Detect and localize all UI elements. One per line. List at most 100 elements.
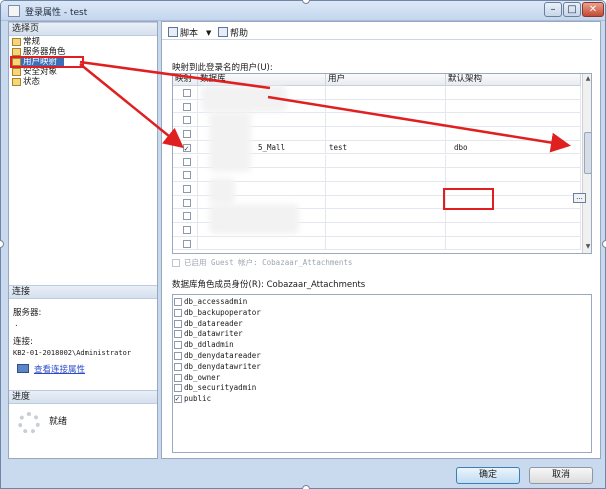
role-item[interactable]: public — [173, 394, 211, 405]
role-item[interactable]: db_denydatareader — [173, 351, 261, 362]
role-checkbox[interactable] — [174, 394, 182, 404]
map-checkbox[interactable] — [183, 226, 191, 234]
map-checkbox[interactable] — [183, 89, 191, 97]
schema-cell[interactable]: dbo — [446, 140, 581, 155]
role-item[interactable]: db_backupoperator — [173, 308, 261, 319]
scroll-down-icon[interactable]: ▼ — [583, 242, 591, 252]
role-label: db_owner — [184, 372, 221, 382]
role-item[interactable]: db_datareader — [173, 319, 243, 330]
scroll-up-icon[interactable]: ▲ — [583, 74, 591, 84]
script-icon — [168, 27, 178, 37]
map-cell — [173, 181, 198, 196]
user-mapping-grid: 映射 数据库 用户 默认架构 5_Malltestdbo ▲ ▼ — [172, 73, 592, 254]
help-label: 帮助 — [230, 29, 249, 39]
page-icon — [12, 68, 21, 76]
schema-cell[interactable] — [446, 99, 581, 114]
database-cell[interactable] — [198, 236, 326, 251]
map-checkbox[interactable] — [183, 102, 191, 111]
cancel-button[interactable]: 取消 — [529, 467, 593, 484]
view-connection-properties-text: 查看连接属性 — [34, 365, 86, 375]
col-default-schema[interactable]: 默认架构 — [446, 74, 581, 86]
role-checkbox[interactable] — [174, 352, 182, 360]
ok-button[interactable]: 确定 — [456, 467, 520, 484]
map-cell — [173, 99, 198, 114]
map-checkbox[interactable] — [183, 239, 191, 248]
user-cell[interactable] — [326, 86, 446, 100]
schema-cell[interactable] — [446, 154, 581, 169]
connect-label: 连接: — [13, 337, 33, 347]
user-cell[interactable] — [326, 99, 446, 114]
role-item[interactable]: db_ddladmin — [173, 340, 234, 351]
map-checkbox[interactable] — [183, 142, 191, 155]
user-cell[interactable] — [326, 209, 446, 223]
window-title: 登录属性 - test — [25, 8, 88, 18]
grid-vertical-scrollbar[interactable]: ▲ ▼ — [582, 74, 591, 253]
user-cell[interactable] — [326, 236, 446, 251]
role-item[interactable]: db_denydatawriter — [173, 362, 261, 373]
schema-cell[interactable] — [446, 86, 581, 100]
map-cell — [173, 168, 198, 182]
map-checkbox[interactable] — [183, 157, 191, 166]
map-checkbox[interactable] — [183, 184, 191, 193]
minimize-button[interactable]: – — [544, 2, 562, 17]
user-cell[interactable] — [326, 195, 446, 210]
role-label: db_datawriter — [184, 329, 243, 339]
schema-browse-button[interactable]: ... — [573, 193, 586, 203]
user-cell[interactable] — [326, 154, 446, 169]
map-checkbox[interactable] — [183, 116, 191, 125]
map-checkbox[interactable] — [183, 130, 191, 139]
role-label: db_denydatawriter — [184, 361, 261, 371]
schema-cell[interactable] — [446, 168, 581, 182]
progress-header: 进度 — [9, 390, 157, 404]
user-mapping-label: 映射到此登录名的用户(U): — [172, 63, 273, 73]
table-row[interactable] — [173, 236, 581, 251]
user-cell[interactable] — [326, 223, 446, 237]
view-connection-properties-link[interactable]: 查看连接属性 — [17, 363, 157, 375]
maximize-button[interactable]: □ — [563, 2, 581, 17]
role-label: db_securityadmin — [184, 383, 257, 393]
user-cell[interactable] — [326, 181, 446, 196]
page-item[interactable]: 状态 — [12, 77, 152, 87]
user-cell[interactable] — [326, 113, 446, 128]
role-checkbox[interactable] — [174, 384, 182, 393]
col-database[interactable]: 数据库 — [198, 74, 326, 86]
role-checkbox[interactable] — [174, 362, 182, 371]
right-panel: 脚本 ▼ 帮助 映射到此登录名的用户(U): 映射 数据库 用户 默认架构 5_… — [161, 21, 601, 459]
schema-cell[interactable] — [446, 113, 581, 128]
page-item[interactable]: 常规 — [12, 37, 152, 47]
schema-cell[interactable] — [446, 236, 581, 251]
role-checkbox[interactable] — [174, 330, 182, 339]
role-checkbox[interactable] — [174, 373, 182, 382]
role-checkbox[interactable] — [174, 341, 182, 350]
page-item[interactable]: 安全对象 — [12, 67, 152, 77]
map-cell — [173, 140, 198, 155]
user-cell[interactable] — [326, 127, 446, 141]
role-item[interactable]: db_owner — [173, 373, 220, 384]
schema-cell[interactable] — [446, 127, 581, 141]
title-bar[interactable]: 登录属性 - test – □ ✕ — [1, 1, 605, 21]
scroll-thumb[interactable] — [584, 132, 591, 174]
help-icon — [218, 27, 228, 37]
schema-cell[interactable] — [446, 223, 581, 237]
role-item[interactable]: db_securityadmin — [173, 383, 256, 394]
role-item[interactable]: db_accessadmin — [173, 297, 247, 308]
page-icon — [12, 38, 21, 46]
role-checkbox[interactable] — [174, 308, 182, 317]
page-label: 状态 — [23, 77, 41, 87]
role-item[interactable]: db_datawriter — [173, 329, 243, 340]
resize-handle[interactable] — [602, 240, 606, 248]
schema-cell[interactable] — [446, 209, 581, 223]
user-cell[interactable]: test — [326, 140, 446, 155]
col-user[interactable]: 用户 — [326, 74, 446, 86]
col-map[interactable]: 映射 — [173, 74, 198, 86]
server-value: . — [15, 319, 18, 329]
role-checkbox[interactable] — [174, 319, 182, 328]
map-checkbox[interactable] — [183, 212, 191, 221]
role-checkbox[interactable] — [174, 298, 182, 306]
user-cell[interactable] — [326, 168, 446, 182]
map-checkbox[interactable] — [183, 171, 191, 180]
close-button[interactable]: ✕ — [582, 2, 604, 17]
map-checkbox[interactable] — [183, 198, 191, 207]
resize-handle[interactable] — [302, 485, 310, 489]
default-schema-annotation-box — [443, 188, 494, 210]
